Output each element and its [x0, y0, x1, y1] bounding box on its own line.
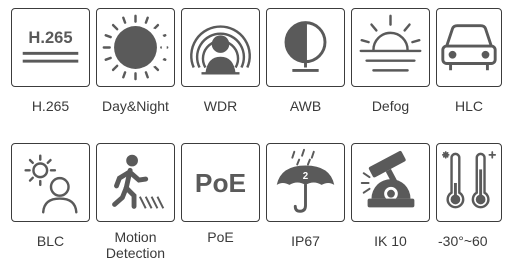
- hammer-camera-icon: [360, 151, 415, 208]
- sun-person-icon: [24, 154, 78, 214]
- car-headlight-icon: [441, 24, 497, 71]
- thermometers-icon: [441, 151, 497, 209]
- feature-tile-defog: [351, 8, 430, 87]
- feature-tile-motion-detection: [96, 143, 175, 222]
- feature-label-poe: PoE: [207, 229, 234, 245]
- h265-icon-text: H.265: [28, 28, 72, 47]
- feature-tile-temperature: [436, 143, 502, 222]
- feature-tile-ip67: 2: [266, 143, 345, 222]
- feature-label-hlc: HLC: [454, 98, 483, 114]
- feature-tile-h265: H.265: [11, 8, 90, 87]
- feature-tile-ik10: [351, 143, 430, 222]
- feature-tile-wdr: [181, 8, 260, 87]
- h265-text-icon: H.265: [22, 28, 79, 63]
- feature-label-motion-detection: Motion Detection: [105, 229, 166, 261]
- poe-icon-text: PoE: [195, 168, 246, 198]
- poe-text-icon: PoE: [195, 168, 246, 198]
- umbrella-rain-icon: 2: [276, 148, 335, 213]
- feature-label-ip67: IP67: [291, 233, 320, 249]
- feature-label-wdr: WDR: [203, 98, 238, 114]
- walking-person-icon: [112, 154, 165, 209]
- feature-tile-poe: PoE: [181, 143, 260, 222]
- sun-moon-icon: [102, 14, 169, 81]
- wdr-face-icon: [190, 25, 251, 75]
- feature-label-day-night: Day&Night: [102, 98, 169, 114]
- feature-label-awb: AWB: [289, 98, 322, 114]
- ip-rating-digit: 2: [303, 171, 309, 182]
- feature-label-defog: Defog: [371, 98, 410, 114]
- feature-label-h265: H.265: [31, 98, 70, 114]
- feature-label-blc: BLC: [36, 233, 65, 249]
- feature-tile-hlc: [436, 8, 502, 87]
- sunrise-fog-icon: [359, 14, 422, 72]
- half-circle-balance-icon: [284, 21, 327, 72]
- feature-tile-day-night: [96, 8, 175, 87]
- feature-label-ik10: IK 10: [374, 233, 407, 249]
- feature-tile-awb: [266, 8, 345, 87]
- feature-tile-blc: [11, 143, 90, 222]
- feature-label-temperature: -30°~60: [438, 233, 488, 249]
